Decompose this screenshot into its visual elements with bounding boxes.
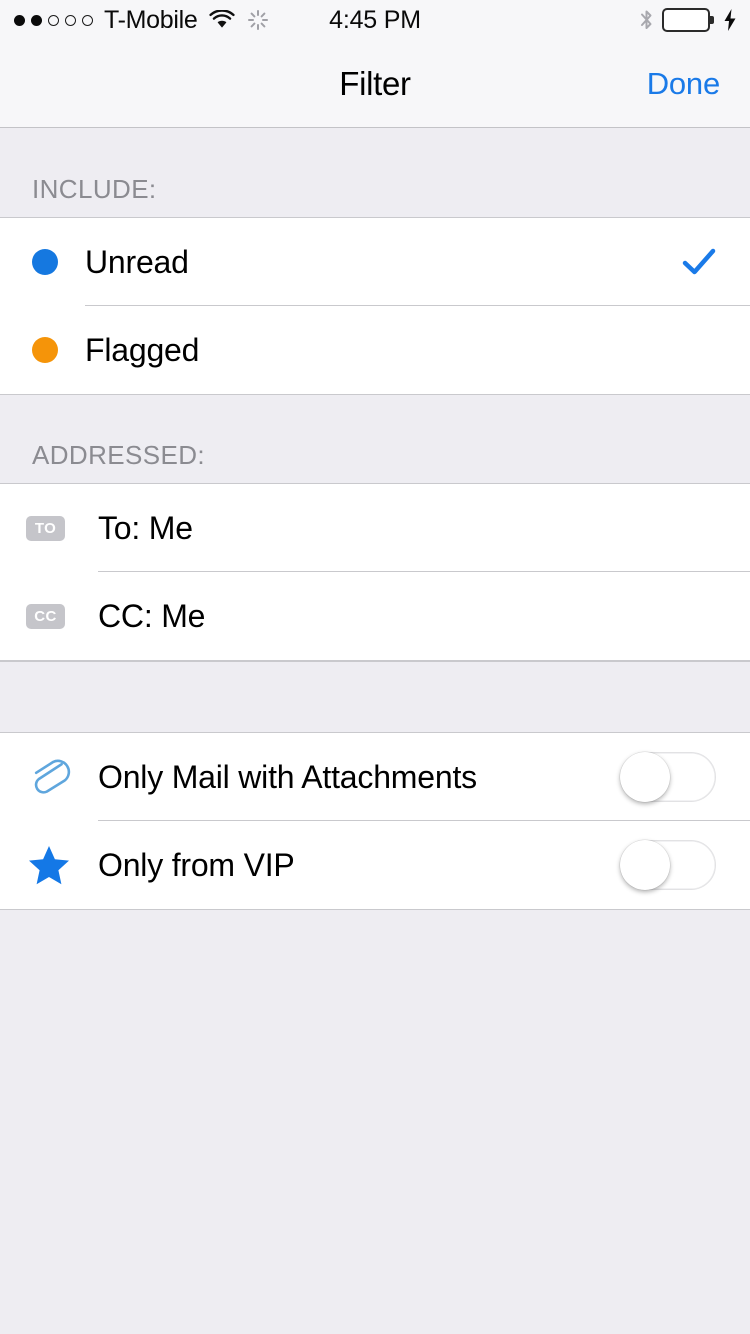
attachments-toggle[interactable] [620,752,716,802]
cc-badge-label: CC [26,603,65,629]
navigation-bar: Filter Done [0,40,750,128]
section-header-label: ADDRESSED: [32,440,206,470]
to-badge-icon: TO [0,515,98,541]
battery-icon [662,8,714,32]
bluetooth-icon [639,8,654,32]
vip-toggle[interactable] [620,840,716,890]
status-bar: T-Mobile 4:45 PM [0,0,750,40]
filter-row-vip[interactable]: Only from VIP [0,821,750,909]
section-header-include: INCLUDE: [0,129,750,217]
filter-row-cc-me[interactable]: CC CC: Me [0,572,750,660]
section-include: Unread Flagged [0,217,750,395]
filter-row-attachments[interactable]: Only Mail with Attachments [0,733,750,821]
row-accessory [682,247,750,277]
filter-row-unread[interactable]: Unread [0,218,750,306]
checkmark-icon [682,247,716,277]
clock-label: 4:45 PM [329,5,421,34]
row-label: Unread [85,243,189,280]
row-label: Only from VIP [98,846,295,883]
row-accessory [620,840,750,890]
status-bar-center: 4:45 PM [0,0,750,40]
paperclip-icon [0,751,98,803]
filter-table: INCLUDE: Unread Flagged ADDRESSED: TO To… [0,129,750,1310]
orange-dot-icon [0,337,85,363]
row-label: Only Mail with Attachments [98,758,477,795]
charging-bolt-icon [722,8,738,32]
filter-row-to-me[interactable]: TO To: Me [0,484,750,572]
blue-dot-icon [0,249,85,275]
filter-screen: T-Mobile 4:45 PM Filter Done INCLUDE: Un… [0,0,750,1334]
star-icon [0,842,98,888]
row-label: CC: Me [98,597,206,634]
done-button[interactable]: Done [647,66,721,102]
row-label: Flagged [85,331,200,368]
table-footer-area [0,910,750,1310]
cc-badge-icon: CC [0,603,98,629]
section-addressed: TO To: Me CC CC: Me [0,483,750,661]
to-badge-label: TO [26,515,65,541]
status-bar-right [639,0,738,40]
section-spacer [0,661,750,733]
section-options: Only Mail with Attachments Only from VIP [0,733,750,910]
filter-row-flagged[interactable]: Flagged [0,306,750,394]
section-header-addressed: ADDRESSED: [0,395,750,483]
row-label: To: Me [98,509,193,546]
section-header-label: INCLUDE: [32,174,157,204]
row-accessory [620,752,750,802]
page-title: Filter [339,64,411,102]
